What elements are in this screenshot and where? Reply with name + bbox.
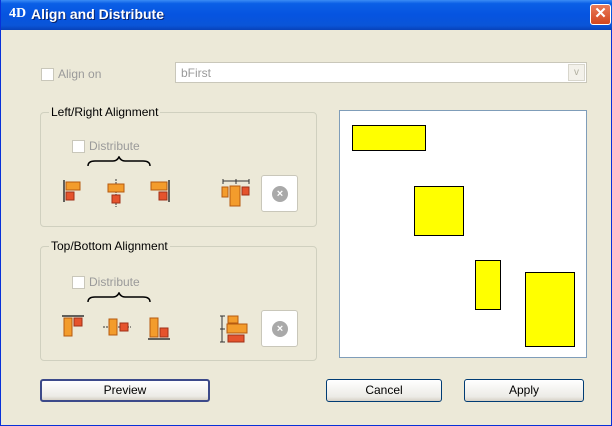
dialog-window: 4D Align and Distribute ✕ Align on bFirs… xyxy=(0,0,612,426)
lr-distribute-label: Distribute xyxy=(89,139,140,153)
tb-cancel-alignment-button[interactable]: × xyxy=(261,310,298,347)
distribute-vertical-icon[interactable] xyxy=(219,314,249,344)
preview-object[interactable] xyxy=(525,272,575,347)
top-bottom-alignment-title: Top/Bottom Alignment xyxy=(49,239,170,253)
close-button[interactable]: ✕ xyxy=(590,4,611,25)
cancel-circle-icon: × xyxy=(272,321,288,337)
align-left-icon[interactable] xyxy=(62,178,84,204)
preview-object[interactable] xyxy=(352,125,426,151)
app-4d-icon: 4D xyxy=(9,6,27,21)
preview-object[interactable] xyxy=(414,186,464,236)
tb-distribute-checkbox[interactable] xyxy=(72,276,85,289)
apply-button[interactable]: Apply xyxy=(464,379,584,402)
window-title: Align and Distribute xyxy=(31,6,164,22)
align-center-horizontal-icon[interactable] xyxy=(105,178,127,208)
align-bottom-icon[interactable] xyxy=(146,314,172,342)
distribute-horizontal-icon[interactable] xyxy=(221,178,251,208)
lr-cancel-alignment-button[interactable]: × xyxy=(261,175,298,212)
align-right-icon[interactable] xyxy=(147,178,171,204)
preview-button[interactable]: Preview xyxy=(40,379,210,402)
cancel-circle-icon: × xyxy=(272,186,288,202)
preview-object[interactable] xyxy=(475,260,501,310)
align-on-checkbox[interactable] xyxy=(41,68,54,81)
title-bar[interactable]: 4D Align and Distribute ✕ xyxy=(1,0,612,30)
preview-canvas[interactable] xyxy=(339,110,587,358)
lr-distribute-checkbox[interactable] xyxy=(72,140,85,153)
left-right-alignment-title: Left/Right Alignment xyxy=(49,105,161,119)
align-on-select[interactable]: bFirst v xyxy=(175,62,587,83)
tb-distribute-label: Distribute xyxy=(89,275,140,289)
align-center-vertical-icon[interactable] xyxy=(102,314,132,340)
align-on-select-value: bFirst xyxy=(181,66,211,80)
distribute-brace-icon xyxy=(87,292,151,303)
chevron-down-icon[interactable]: v xyxy=(568,64,585,81)
cancel-button[interactable]: Cancel xyxy=(326,379,442,402)
align-top-icon[interactable] xyxy=(60,314,86,340)
align-on-label: Align on xyxy=(58,67,102,81)
distribute-brace-icon xyxy=(87,156,151,167)
